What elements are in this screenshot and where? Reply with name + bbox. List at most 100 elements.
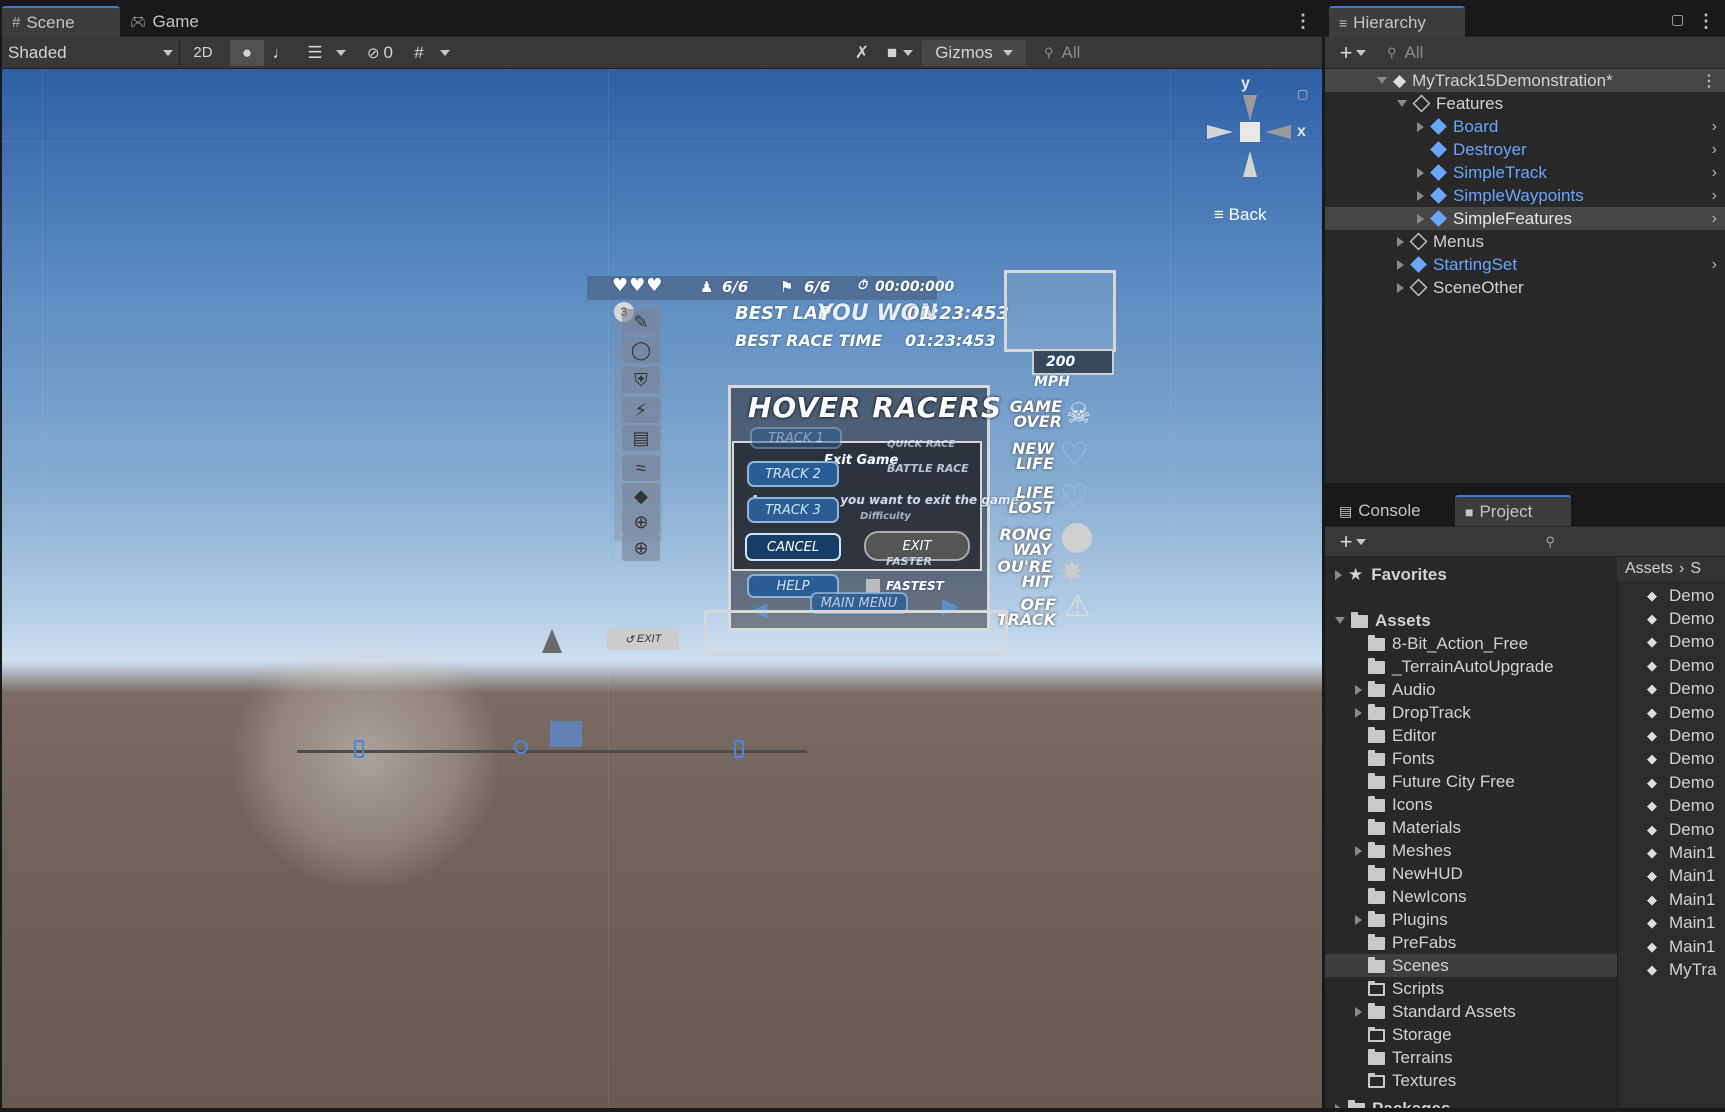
track3-button[interactable]: TRACK 3 <box>747 497 839 523</box>
scene-menu-icon[interactable]: ⋮ <box>1294 12 1312 30</box>
small-exit-button[interactable]: ↺ EXIT <box>607 628 679 650</box>
project-folder-item[interactable]: Standard Assets <box>1325 1000 1625 1023</box>
expand-arrow-icon[interactable] <box>1397 100 1407 107</box>
toggle-2d-button[interactable]: 2D <box>184 40 222 66</box>
breadcrumb-next[interactable]: S <box>1690 560 1701 578</box>
expand-arrow-icon[interactable] <box>1355 845 1362 856</box>
chevron-right-icon[interactable]: › <box>1712 164 1717 182</box>
create-asset-dropdown[interactable]: + <box>1331 529 1375 555</box>
cone-object[interactable] <box>542 629 562 653</box>
gizmo-x-cone[interactable] <box>1265 125 1291 139</box>
breadcrumb-assets[interactable]: Assets <box>1625 560 1673 578</box>
scene-asset-item[interactable]: ◆ Main1 <box>1647 865 1715 888</box>
track2-button[interactable]: TRACK 2 <box>747 461 839 487</box>
project-folder-item[interactable]: Terrains <box>1325 1046 1625 1069</box>
project-folder-item[interactable]: Materials <box>1325 816 1625 839</box>
scene-asset-item[interactable]: ◆ Main1 <box>1647 888 1715 911</box>
scene-asset-item[interactable]: ◆ Demo <box>1647 818 1714 841</box>
expand-arrow-icon[interactable] <box>1397 282 1404 293</box>
scene-asset-item[interactable]: ◆ MyTra <box>1647 958 1717 981</box>
gizmo-neg-y-cone[interactable] <box>1243 151 1257 177</box>
scene-menu-icon[interactable]: ⋮ <box>1701 71 1717 91</box>
project-folder-item[interactable]: NewHUD <box>1325 862 1625 885</box>
hierarchy-menu-icon[interactable]: ⋮ <box>1697 12 1715 30</box>
tab-project[interactable]: ■ Project <box>1455 495 1571 526</box>
expand-arrow-icon[interactable] <box>1355 1006 1362 1017</box>
expand-arrow-icon[interactable] <box>1417 121 1424 132</box>
project-folder-item[interactable]: Fonts <box>1325 747 1625 770</box>
fastest-option[interactable]: FASTEST <box>886 579 944 593</box>
expand-arrow-icon[interactable] <box>1417 190 1424 201</box>
tab-console[interactable]: ▤ Console <box>1329 497 1451 525</box>
chevron-right-icon[interactable]: › <box>1712 210 1717 228</box>
hierarchy-search-input[interactable]: ⚲ All <box>1375 40 1705 66</box>
project-folder-item[interactable]: Editor <box>1325 724 1625 747</box>
gizmo-neg-x-cone[interactable] <box>1207 125 1233 139</box>
view-label[interactable]: ≡ Back <box>1214 205 1266 225</box>
project-folder-item[interactable]: Storage <box>1325 1023 1625 1046</box>
hierarchy-item-simplefeatures[interactable]: SimpleFeatures › <box>1325 207 1725 230</box>
project-folder-item[interactable]: Scenes <box>1325 954 1625 977</box>
expand-arrow-icon[interactable] <box>1335 569 1342 580</box>
project-folder-item[interactable]: 8-Bit_Action_Free <box>1325 632 1625 655</box>
scene-asset-item[interactable]: ◆ Demo <box>1647 748 1714 771</box>
camera-dropdown[interactable]: ■ <box>878 40 922 66</box>
faster-option[interactable]: FASTER <box>886 555 932 568</box>
lighting-toggle-icon[interactable]: ● <box>230 39 264 66</box>
project-folder-item[interactable]: Plugins <box>1325 908 1625 931</box>
expand-arrow-icon[interactable] <box>1417 167 1424 178</box>
scene-asset-item[interactable]: ◆ Demo <box>1647 795 1714 818</box>
lock-icon[interactable]: ▢ <box>1297 87 1308 101</box>
hierarchy-item-destroyer[interactable]: Destroyer › <box>1325 138 1725 161</box>
scene-asset-item[interactable]: ◆ Demo <box>1647 724 1714 747</box>
quick-race-option[interactable]: QUICK RACE <box>887 439 955 450</box>
project-folder-item[interactable]: PreFabs <box>1325 931 1625 954</box>
lock-icon[interactable]: ▢ <box>1671 11 1684 28</box>
scene-asset-item[interactable]: ◆ Demo <box>1647 654 1714 677</box>
grid-dropdown-icon[interactable] <box>434 40 456 66</box>
hierarchy-item-sceneother[interactable]: SceneOther <box>1325 276 1725 299</box>
cancel-button[interactable]: CANCEL <box>745 533 841 561</box>
hierarchy-scene-root[interactable]: ◆ MyTrack15Demonstration* ⋮ <box>1325 69 1725 92</box>
grid-snap-icon[interactable]: # <box>404 40 434 66</box>
expand-arrow-icon[interactable] <box>1355 707 1362 718</box>
effects-toggle-icon[interactable]: ☰ <box>298 40 332 66</box>
waypoint-marker[interactable] <box>734 740 744 758</box>
scene-asset-item[interactable]: ◆ Demo <box>1647 771 1714 794</box>
scene-asset-item[interactable]: ◆ Demo <box>1647 607 1714 630</box>
audio-toggle-icon[interactable]: ♩ <box>264 40 298 66</box>
chevron-right-icon[interactable]: › <box>1712 118 1717 136</box>
project-folder-item[interactable]: Audio <box>1325 678 1625 701</box>
scene-asset-item[interactable]: ◆ Demo <box>1647 631 1714 654</box>
project-folder-item[interactable]: Future City Free <box>1325 770 1625 793</box>
expand-arrow-icon[interactable] <box>1355 914 1362 925</box>
tab-scene[interactable]: # Scene <box>2 6 120 37</box>
scene-asset-item[interactable]: ◆ Main1 <box>1647 912 1715 935</box>
chevron-right-icon[interactable]: › <box>1712 256 1717 274</box>
scene-viewport[interactable]: ♥♥♥ ♟ 6/6 ⚑ 6/6 ⏱ 00:00:000 BEST LAP YOU… <box>2 69 1322 1108</box>
expand-arrow-icon[interactable] <box>1335 617 1345 624</box>
project-folder-item[interactable]: _TerrainAutoUpgrade <box>1325 655 1625 678</box>
waypoint-marker[interactable] <box>354 740 364 758</box>
hierarchy-item-simplewaypoints[interactable]: SimpleWaypoints › <box>1325 184 1725 207</box>
scene-asset-item[interactable]: ◆ Main1 <box>1647 935 1715 958</box>
favorites-item[interactable]: ★ Favorites <box>1325 563 1625 586</box>
hierarchy-item-board[interactable]: Board › <box>1325 115 1725 138</box>
expand-arrow-icon[interactable] <box>1417 213 1424 224</box>
expand-arrow-icon[interactable] <box>1335 1103 1342 1108</box>
project-folder-item[interactable]: DropTrack <box>1325 701 1625 724</box>
track1-button[interactable]: TRACK 1 <box>750 427 842 449</box>
assets-root-item[interactable]: Assets <box>1325 609 1625 632</box>
project-folder-item[interactable]: Icons <box>1325 793 1625 816</box>
gizmo-center-cube[interactable] <box>1240 122 1260 142</box>
hierarchy-item-simpletrack[interactable]: SimpleTrack › <box>1325 161 1725 184</box>
expand-arrow-icon[interactable] <box>1397 236 1404 247</box>
project-folder-item[interactable]: NewIcons <box>1325 885 1625 908</box>
scene-asset-item[interactable]: ◆ Main1 <box>1647 841 1715 864</box>
expand-arrow-icon[interactable] <box>1397 259 1404 270</box>
project-folder-item[interactable]: Textures <box>1325 1069 1625 1092</box>
gizmos-dropdown[interactable]: Gizmos <box>922 39 1026 66</box>
scene-asset-item[interactable]: ◆ Demo <box>1647 701 1714 724</box>
create-dropdown[interactable]: + <box>1331 40 1375 66</box>
project-folder-item[interactable]: Meshes <box>1325 839 1625 862</box>
